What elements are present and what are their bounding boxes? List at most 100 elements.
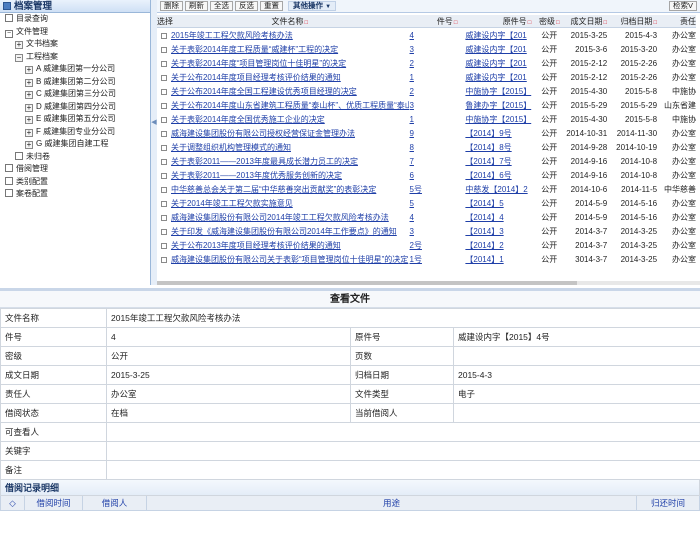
table-row[interactable]: 关于2014年竣工工程欠款实施意见 5 【2014】5 公开 2014-5-9 2014-… <box>157 197 696 211</box>
original-number-link[interactable]: 威建设内字【201 <box>465 29 535 43</box>
expand-icon[interactable]: + <box>25 103 33 112</box>
folder-icon[interactable] <box>5 176 13 185</box>
table-row[interactable]: 关于公布2013年度项目经理考核评价结果的通知 2号 【2014】2 公开 2014-3… <box>157 239 696 253</box>
piece-number-link[interactable]: 1 <box>409 71 466 85</box>
file-name-link[interactable]: 威海建设集团股份有限公司2014年竣工工程欠款风险考核办法 <box>171 211 409 225</box>
row-checkbox[interactable] <box>160 33 167 39</box>
row-checkbox[interactable] <box>160 229 167 235</box>
piece-number-link[interactable]: 2 <box>409 57 466 71</box>
nav-item[interactable]: + F 威建集团专业分公司 <box>0 126 150 139</box>
nav-item[interactable]: 案卷配置 <box>0 188 150 201</box>
original-number-link[interactable]: 中施协字【2015】 <box>465 113 535 127</box>
folder-icon[interactable] <box>15 151 23 160</box>
nav-item[interactable]: + B 威建集团第二分公司 <box>0 76 150 89</box>
folder-icon[interactable] <box>5 14 13 22</box>
nav-item[interactable]: 目录查询 <box>0 13 150 26</box>
row-checkbox[interactable] <box>160 89 167 95</box>
piece-number-link[interactable]: 5 <box>409 197 466 211</box>
original-number-link[interactable]: 鲁建办字【2015】 <box>465 99 535 113</box>
nav-item[interactable]: − 工程档案 <box>0 51 150 64</box>
row-checkbox[interactable] <box>160 159 167 165</box>
row-checkbox[interactable] <box>160 257 167 263</box>
original-number-link[interactable]: 【2014】8号 <box>465 141 535 155</box>
delete-button[interactable]: 删除 <box>160 1 183 11</box>
file-name-link[interactable]: 关于表彰2011——2013年度最具成长潜力员工的决定 <box>171 155 409 169</box>
more-actions-menu[interactable]: 其他操作 ▼ <box>288 1 337 11</box>
nav-item[interactable]: − 文件管理 <box>0 26 150 39</box>
invert-selection-button[interactable]: 反选 <box>235 1 258 11</box>
file-name-link[interactable]: 2015年竣工工程欠款风险考核办法 <box>171 29 409 43</box>
original-number-link[interactable]: 【2014】2 <box>465 239 535 253</box>
original-number-link[interactable]: 【2014】6号 <box>465 169 535 183</box>
piece-number-link[interactable]: 1号 <box>409 253 466 267</box>
row-checkbox[interactable] <box>160 117 167 123</box>
piece-number-link[interactable]: 4 <box>409 211 466 225</box>
original-number-link[interactable]: 【2014】7号 <box>465 155 535 169</box>
refresh-button[interactable]: 刷新 <box>185 1 208 11</box>
expand-icon[interactable]: + <box>25 66 33 74</box>
original-number-link[interactable]: 威建设内字【201 <box>465 57 535 71</box>
file-name-link[interactable]: 威海建设集团股份有限公司授权经营保证金管理办法 <box>171 127 409 141</box>
nav-item[interactable]: + 文书档案 <box>0 38 150 51</box>
table-row[interactable]: 关于公布2014年度全国工程建设优秀项目经理的决定 2 中施协字【2015】 公开 20… <box>157 85 696 99</box>
file-name-link[interactable]: 关于公布2013年度项目经理考核评价结果的通知 <box>171 239 409 253</box>
table-row[interactable]: 关于调整组织机构管理模式的通知 8 【2014】8号 公开 2014-9-28 2014-… <box>157 141 696 155</box>
nav-item[interactable]: + D 威建集团第四分公司 <box>0 101 150 114</box>
table-row[interactable]: 关于表彰2014年度“项目管理岗位十佳明星”的决定 2 威建设内字【201 公开 201… <box>157 57 696 71</box>
piece-number-link[interactable]: 7 <box>409 155 466 169</box>
expand-icon[interactable]: + <box>25 141 33 149</box>
file-name-link[interactable]: 中华慈善总会关于第二届“中华慈善突出贡献奖”的表彰决定 <box>171 183 409 197</box>
col-name[interactable]: 文件名称□ <box>171 15 409 27</box>
row-checkbox[interactable] <box>160 47 167 53</box>
row-checkbox[interactable] <box>160 61 167 67</box>
col-num[interactable]: 件号□ <box>409 15 466 27</box>
file-name-link[interactable]: 威海建设集团股份有限公司关于表彰“项目管理岗位十佳明星”的决定 <box>171 253 409 267</box>
table-row[interactable]: 威海建设集团股份有限公司授权经营保证金管理办法 9 【2014】9号 公开 2014-1… <box>157 127 696 141</box>
scrollbar-thumb[interactable] <box>157 281 577 285</box>
expand-icon[interactable]: + <box>25 116 33 124</box>
piece-number-link[interactable]: 3 <box>409 225 466 239</box>
original-number-link[interactable]: 威建设内字【201 <box>465 71 535 85</box>
nav-item[interactable]: 借阅管理 <box>0 163 150 176</box>
row-checkbox[interactable] <box>160 103 167 109</box>
file-name-link[interactable]: 关于表彰2014年度全国优秀施工企业的决定 <box>171 113 409 127</box>
row-checkbox[interactable] <box>160 215 167 221</box>
borrow-col-borrower[interactable]: 借阅人 <box>83 496 147 510</box>
row-checkbox[interactable] <box>160 145 167 151</box>
original-number-link[interactable]: 威建设内字【201 <box>465 43 535 57</box>
nav-item[interactable]: + C 威建集团第三分公司 <box>0 88 150 101</box>
table-row[interactable]: 中华慈善总会关于第二届“中华慈善突出贡献奖”的表彰决定 5号 中慈发【2014】2 公… <box>157 183 696 197</box>
table-row[interactable]: 关于表彰2011——2013年度优秀服务创新的决定 6 【2014】6号 公开 2014… <box>157 169 696 183</box>
expand-icon[interactable]: + <box>15 41 23 49</box>
row-checkbox[interactable] <box>160 201 167 207</box>
table-row[interactable]: 2015年竣工工程欠款风险考核办法 4 威建设内字【201 公开 2015-3-25 20… <box>157 29 696 43</box>
file-name-link[interactable]: 关于公布2014年度山东省建筑工程质量“泰山杯”、优质工程质量“泰山杯” <box>171 99 409 113</box>
piece-number-link[interactable]: 8 <box>409 141 466 155</box>
borrow-col-return-time[interactable]: 归还时间 <box>637 496 699 510</box>
row-checkbox[interactable] <box>160 173 167 179</box>
piece-number-link[interactable]: 6 <box>409 169 466 183</box>
piece-number-link[interactable]: 5号 <box>409 183 466 197</box>
col-date[interactable]: 成文日期□ <box>563 15 611 27</box>
collapse-icon[interactable]: − <box>15 53 23 62</box>
table-row[interactable]: 关于表彰2014年度工程质量“威建杯”工程的决定 3 威建设内字【201 公开 2015… <box>157 43 696 57</box>
select-all-button[interactable]: 全选 <box>210 1 233 11</box>
original-number-link[interactable]: 中施协字【2015】 <box>465 85 535 99</box>
piece-number-link[interactable]: 2号 <box>409 239 466 253</box>
table-row[interactable]: 威海建设集团股份有限公司2014年竣工工程欠款风险考核办法 4 【2014】4 公开 2… <box>157 211 696 225</box>
folder-icon[interactable] <box>5 189 13 197</box>
table-row[interactable]: 关于表彰2011——2013年度最具成长潜力员工的决定 7 【2014】7号 公开 20… <box>157 155 696 169</box>
nav-item[interactable]: + G 威建集团自建工程 <box>0 138 150 151</box>
search-button[interactable]: 检索V <box>668 1 697 11</box>
original-number-link[interactable]: 【2014】1 <box>465 253 535 267</box>
horizontal-scrollbar[interactable] <box>157 281 700 285</box>
original-number-link[interactable]: 【2014】5 <box>465 197 535 211</box>
col-select[interactable]: 选择 <box>157 15 173 27</box>
table-row[interactable]: 关于表彰2014年度全国优秀施工企业的决定 1 中施协字【2015】 公开 2015-4… <box>157 113 696 127</box>
piece-number-link[interactable]: 3 <box>409 43 466 57</box>
borrow-col-time[interactable]: 借阅时间 <box>25 496 83 510</box>
file-name-link[interactable]: 关于印发《威海建设集团股份有限公司2014年工作要点》的通知 <box>171 225 409 239</box>
piece-number-link[interactable]: 2 <box>409 85 466 99</box>
piece-number-link[interactable]: 3 <box>409 99 466 113</box>
folder-icon[interactable] <box>5 164 13 172</box>
